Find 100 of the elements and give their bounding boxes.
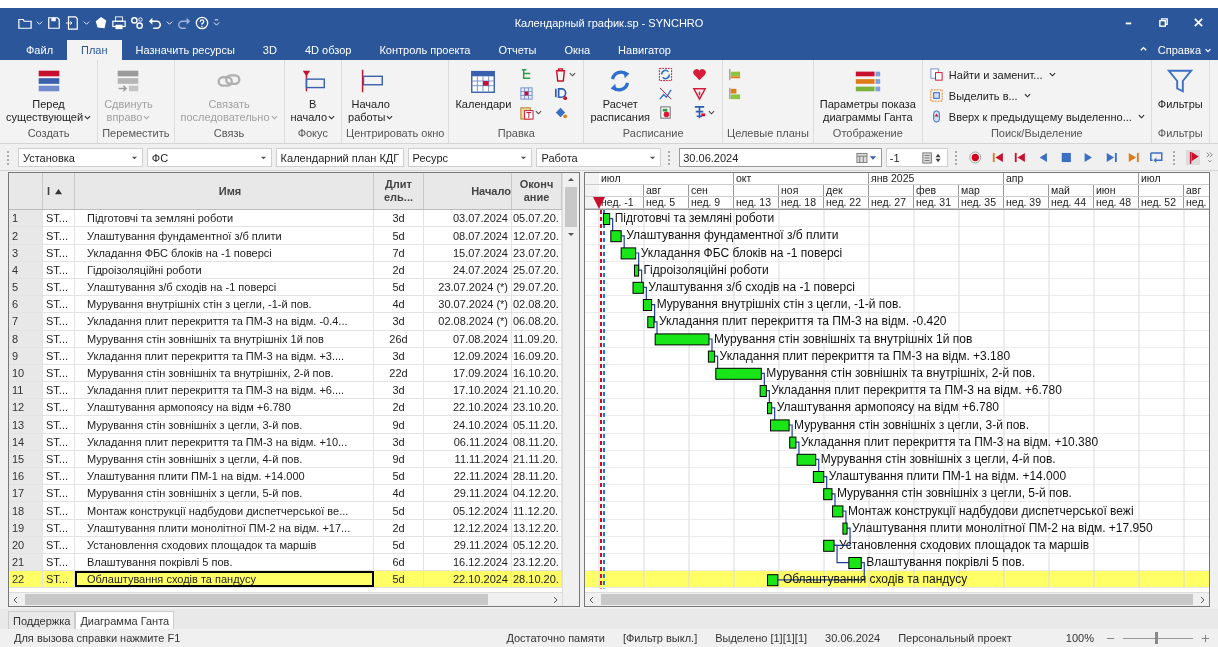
ribbon-button[interactable]: Начало работы [346, 65, 396, 124]
caret-icon[interactable] [83, 19, 90, 27]
column-header[interactable]: Длит ель... [374, 173, 424, 210]
task-bar[interactable] [823, 488, 833, 501]
scroll-left-icon[interactable] [12, 595, 20, 604]
gears-icon[interactable] [130, 15, 144, 30]
shape-icon[interactable] [94, 15, 108, 30]
document-tab[interactable]: Диаграмма Ганта [75, 611, 175, 630]
task-bar[interactable] [848, 557, 862, 570]
restore-icon[interactable] [1158, 17, 1169, 29]
baseline-bars-icon[interactable] [727, 85, 742, 101]
import-icon[interactable] [65, 15, 79, 30]
task-bar[interactable] [789, 436, 797, 449]
dropdown-field[interactable]: Календарний план КДГ [275, 148, 404, 168]
ribbon-tab[interactable]: 4D обзор [290, 39, 366, 60]
date-field[interactable]: 30.06.2024 [679, 148, 882, 168]
ribbon-button[interactable]: Фильтры [1155, 65, 1205, 111]
dropdown-field[interactable]: Работа [536, 148, 662, 168]
vertical-scrollbar[interactable] [562, 173, 579, 607]
table-row[interactable]: 8 ST... Мурування стін зовнішніх та внутрішніх 1й пов 26d 07.08.2024 11.09.20. [9, 330, 562, 348]
ribbon-tab[interactable]: Файл [12, 39, 68, 60]
task-bar[interactable] [620, 247, 637, 260]
table-row[interactable]: 13 ST... Мурування стін зовнішніх з цегли, 3-й пов. 9d 24.10.2024 05.11.20. [9, 416, 562, 434]
task-bar[interactable] [759, 385, 767, 398]
table-row[interactable]: 9 ST... Укладання плит перекриття та ПМ-3 на відм. +3.... 3d 12.09.2024 16.09.20. [9, 347, 562, 365]
close-icon[interactable] [1193, 17, 1204, 29]
caret-icon[interactable] [36, 19, 43, 27]
task-bar[interactable] [602, 213, 611, 226]
table-row[interactable]: 18 ST... Монтаж конструкції надбудови диспетчерської ве... 5d 05.12.2024 11.12.20. [9, 502, 562, 520]
scroll-left-icon[interactable] [588, 595, 596, 604]
table-row[interactable]: 19 ST... Улаштування плити монолітної ПМ-2 на відм. +17... 2d 12.12.2024 13.12.20. [9, 519, 562, 537]
ribbon-tab[interactable]: Отчеты [484, 39, 551, 60]
zoom-slider-thumb[interactable] [1154, 631, 1158, 644]
table-row[interactable]: 15 ST... Мурування стін зовнішніх з цегли, 4-й пов. 9d 11.11.2024 21.11.20. [9, 450, 562, 469]
ribbon-button[interactable]: Перед существующей [4, 65, 94, 124]
caret-icon[interactable] [569, 70, 577, 78]
customize-icon[interactable] [213, 19, 220, 27]
ribbon-button[interactable]: Найти и заменит... [926, 65, 1147, 84]
warning-icon[interactable] [692, 85, 707, 101]
task-bar[interactable] [642, 299, 653, 312]
clipboard-icon[interactable] [519, 104, 535, 120]
calendar-icon[interactable] [855, 151, 878, 164]
ribbon-button[interactable]: Расчет расписания [588, 65, 652, 124]
task-bar[interactable] [796, 454, 817, 467]
task-bar[interactable] [715, 368, 762, 381]
dropdown-field[interactable]: Ресурс [407, 148, 533, 168]
ribbon-tab[interactable]: 3D [248, 39, 291, 60]
table-row[interactable]: 11 ST... Укладання плит перекриття та ПМ-3 на відм. +6.... 3d 17.10.2024 21.10.20. [9, 382, 562, 400]
table-row[interactable]: 5 ST... Улаштування з/б сходів на -1 поверсі 5d 23.07.2024 (*) 29.07.20. [9, 279, 562, 297]
task-bar[interactable] [632, 282, 644, 295]
column-header[interactable]: Начало [424, 173, 512, 210]
dropdown-field[interactable]: ФС [146, 148, 272, 168]
ribbon-tab[interactable]: Навигатор [604, 39, 685, 60]
caret-icon[interactable] [535, 108, 543, 116]
ribbon-tab[interactable]: Контроль проекта [365, 39, 485, 60]
baseline-icon[interactable] [727, 66, 742, 82]
print-icon[interactable] [112, 15, 126, 30]
task-bar[interactable] [770, 419, 790, 432]
caret-icon[interactable] [166, 19, 173, 27]
refresh-icon[interactable] [658, 66, 673, 82]
scroll-down-icon[interactable] [567, 230, 575, 239]
task-bar[interactable] [767, 574, 779, 587]
table-row[interactable]: 12 ST... Улаштування армопоясу на відм +6.780 2d 22.10.2024 23.10.20. [9, 399, 562, 417]
ribbon-tab[interactable]: Назначить ресурсы [121, 39, 249, 60]
report-icon[interactable] [658, 104, 673, 120]
task-bar[interactable] [823, 540, 835, 553]
table-icon[interactable] [519, 85, 535, 101]
record-icon[interactable] [968, 150, 983, 166]
table-row[interactable]: 16 ST... Улаштування плити ПМ-1 на відм. +14.000 5d 22.11.2024 28.11.20. [9, 468, 562, 486]
zoom-in-icon[interactable] [1201, 633, 1210, 643]
horizontal-scrollbar[interactable] [585, 592, 1209, 607]
ribbon-button[interactable]: В начало [288, 65, 337, 124]
scroll-right-icon[interactable] [551, 595, 559, 604]
table-row[interactable]: 10 ST... Мурування стін зовнішніх та внутрішніх, 2-й пов. 22d 17.09.2024 16.10.20. [9, 364, 562, 383]
document-tab[interactable]: Поддержка [8, 611, 76, 630]
collapse-icon[interactable] [1138, 44, 1148, 54]
table-row[interactable]: 14 ST... Укладання плит перекриття та ПМ-3 на відм. +10... 3d 06.11.2024 08.11.20. [9, 433, 562, 451]
ribbon-tab[interactable]: План [67, 39, 122, 60]
task-bar[interactable] [812, 471, 825, 484]
ribbon-tab[interactable]: Окна [550, 39, 605, 60]
task-bar[interactable] [634, 264, 640, 277]
table-row[interactable]: 4 ST... Гідроізоляційні роботи 2d 24.07.2024 25.07.20. [9, 261, 562, 279]
save-icon[interactable] [47, 15, 61, 30]
column-header[interactable]: Имя [75, 173, 374, 210]
marker-icon[interactable] [1185, 150, 1201, 166]
table-row[interactable]: 1 ST... Підготовчі та земляні роботи 3d 03.07.2024 05.07.20. [9, 210, 562, 228]
table-row[interactable]: 17 ST... Мурування стін зовнішніх з цегли, 5-й пов. 4d 29.11.2024 04.12.20. [9, 485, 562, 503]
table-row[interactable]: 2 ST... Улаштування фундаментної з/б плити 5d 08.07.2024 12.07.20. [9, 227, 562, 245]
column-header[interactable]: I [43, 173, 75, 210]
help-icon[interactable] [195, 15, 209, 30]
task-bar[interactable] [767, 402, 773, 415]
caret-icon[interactable] [708, 108, 715, 116]
chart-icon[interactable] [658, 85, 673, 101]
table-row[interactable]: 3 ST... Укладання ФБС блоків на -1 поверсі 7d 15.07.2024 23.07.20. [9, 244, 562, 262]
scroll-right-icon[interactable] [1198, 595, 1206, 604]
ribbon-button[interactable]: Параметры показа диаграммы Ганта [817, 65, 918, 124]
id-icon[interactable] [553, 85, 569, 101]
ribbon-button[interactable]: Вверх к предыдущему выделенно... [926, 107, 1147, 126]
task-bar[interactable] [647, 316, 655, 329]
overflow-icon[interactable] [1206, 150, 1214, 165]
